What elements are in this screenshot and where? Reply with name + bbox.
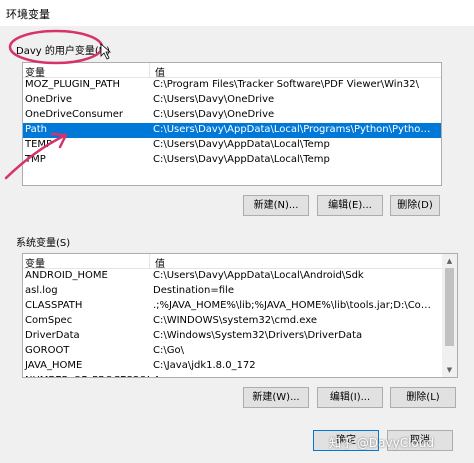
user-new-button[interactable]: 新建(N)... bbox=[243, 195, 309, 216]
variable-name: TMP bbox=[25, 154, 46, 165]
variable-value: C:\Java\jdk1.8.0_172 bbox=[153, 360, 256, 371]
system-vars-scrollbar[interactable]: ▲ ▼ bbox=[442, 254, 457, 377]
system-vars-header: 变量 值 bbox=[23, 254, 457, 270]
system-new-button[interactable]: 新建(W)... bbox=[243, 387, 309, 408]
system-edit-button[interactable]: 编辑(I)... bbox=[317, 387, 383, 408]
table-row[interactable]: OneDrive C:\Users\Davy\OneDrive bbox=[23, 93, 441, 108]
col-header-value[interactable]: 值 bbox=[155, 255, 165, 270]
variable-value: C:\Users\Davy\AppData\Local\Temp bbox=[153, 154, 330, 165]
table-row[interactable]: CLASSPATH .;%JAVA_HOME%\lib;%JAVA_HOME%\l… bbox=[23, 299, 457, 314]
system-vars-list[interactable]: 变量 值 ANDROID_HOME C:\Users\Davy\AppData\L… bbox=[22, 253, 458, 378]
user-vars-label: Davy 的用户变量(U) bbox=[16, 46, 110, 57]
variable-value: C:\Users\Davy\AppData\Local\Temp bbox=[153, 139, 330, 150]
table-row[interactable]: TMP C:\Users\Davy\AppData\Local\Temp bbox=[23, 153, 441, 168]
variable-value: C:\WINDOWS\system32\cmd.exe bbox=[153, 315, 317, 326]
variable-name: ANDROID_HOME bbox=[25, 270, 108, 281]
variable-name: MOZ_PLUGIN_PATH bbox=[25, 79, 121, 90]
table-row[interactable]: ANDROID_HOME C:\Users\Davy\AppData\Local\… bbox=[23, 269, 457, 284]
variable-value: C:\Users\Davy\AppData\Local\Android\Sdk bbox=[153, 270, 364, 281]
column-separator[interactable] bbox=[149, 63, 150, 77]
system-delete-button[interactable]: 删除(L) bbox=[390, 387, 456, 408]
system-vars-label: 系统变量(S) bbox=[16, 238, 71, 249]
column-separator[interactable] bbox=[149, 254, 150, 268]
variable-name: TEMP bbox=[25, 139, 53, 150]
user-edit-button[interactable]: 编辑(E)... bbox=[317, 195, 383, 216]
col-header-variable[interactable]: 变量 bbox=[25, 64, 45, 79]
variable-name: CLASSPATH bbox=[25, 300, 83, 311]
scroll-up-arrow-icon[interactable]: ▲ bbox=[442, 254, 457, 268]
variable-name: ComSpec bbox=[25, 315, 73, 326]
variable-name: asl.log bbox=[25, 285, 58, 296]
user-delete-button[interactable]: 删除(D) bbox=[390, 195, 440, 216]
table-row[interactable]: GOROOT C:\Go\ bbox=[23, 344, 457, 359]
table-row[interactable]: Path C:\Users\Davy\AppData\Local\Programs… bbox=[23, 123, 441, 138]
variable-value: Destination=file bbox=[153, 285, 234, 296]
table-row[interactable]: asl.log Destination=file bbox=[23, 284, 457, 299]
variable-value: 4 bbox=[153, 375, 435, 377]
variable-name: GOROOT bbox=[25, 345, 70, 356]
table-row[interactable]: OneDriveConsumer C:\Users\Davy\OneDrive bbox=[23, 108, 441, 123]
window-title: 环境变量 bbox=[6, 8, 50, 21]
table-row[interactable]: DriverData C:\Windows\System32\Drivers\Dr… bbox=[23, 329, 457, 344]
variable-name: OneDriveConsumer bbox=[25, 109, 124, 120]
scroll-down-arrow-icon[interactable]: ▼ bbox=[442, 363, 457, 377]
scrollbar-thumb[interactable] bbox=[445, 268, 454, 346]
table-row[interactable]: TEMP C:\Users\Davy\AppData\Local\Temp bbox=[23, 138, 441, 153]
title-bar: 环境变量 bbox=[0, 0, 474, 26]
variable-name: Path bbox=[25, 124, 47, 135]
variable-name: DriverData bbox=[25, 330, 80, 341]
variable-value: C:\Go\ bbox=[153, 345, 184, 356]
variable-name: NUMBER_OF_PROCESSORS bbox=[23, 375, 149, 377]
col-header-variable[interactable]: 变量 bbox=[25, 255, 45, 270]
variable-name: OneDrive bbox=[25, 94, 73, 105]
user-vars-header: 变量 值 bbox=[23, 63, 441, 79]
table-row[interactable]: MOZ_PLUGIN_PATH C:\Program Files\Tracker … bbox=[23, 78, 441, 93]
variable-value: C:\Users\Davy\OneDrive bbox=[153, 94, 275, 105]
table-row[interactable]: JAVA_HOME C:\Java\jdk1.8.0_172 bbox=[23, 359, 457, 374]
table-row[interactable]: NUMBER_OF_PROCESSORS 4 bbox=[23, 374, 457, 377]
variable-value: C:\Users\Davy\OneDrive bbox=[153, 109, 275, 120]
col-header-value[interactable]: 值 bbox=[155, 64, 165, 79]
variable-value: C:\Users\Davy\AppData\Local\Programs\Pyt… bbox=[153, 124, 435, 135]
variable-value: C:\Program Files\Tracker Software\PDF Vi… bbox=[153, 79, 420, 90]
watermark: 知乎 @DavyCloud bbox=[329, 436, 434, 450]
variable-value: .;%JAVA_HOME%\lib;%JAVA_HOME%\lib\tools.… bbox=[153, 300, 435, 311]
variable-value: C:\Windows\System32\Drivers\DriverData bbox=[153, 330, 363, 341]
variable-name: JAVA_HOME bbox=[25, 360, 83, 371]
user-vars-list[interactable]: 变量 值 MOZ_PLUGIN_PATH C:\Program Files\Tra… bbox=[22, 62, 442, 186]
table-row[interactable]: ComSpec C:\WINDOWS\system32\cmd.exe bbox=[23, 314, 457, 329]
